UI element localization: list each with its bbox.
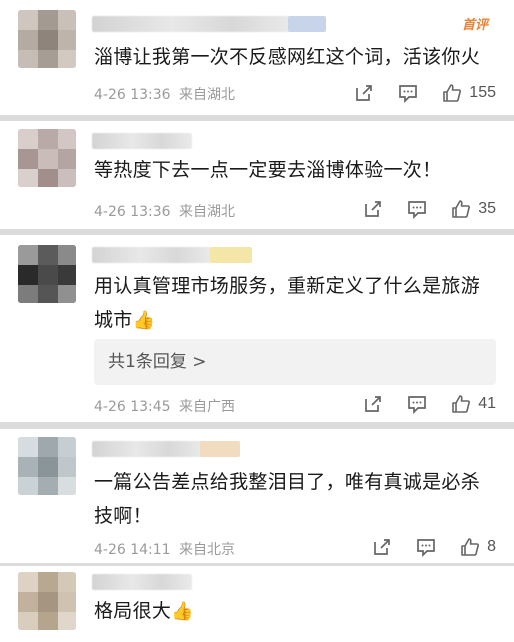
top-comment-tag: 首评 (461, 18, 488, 33)
badge-blurred (200, 441, 240, 457)
share-icon[interactable] (371, 536, 393, 558)
comment-actions: 35 (362, 198, 496, 220)
comment-line-text: 格局很大 (94, 600, 172, 622)
comment-text: 淄博让我第一次不反感网红这个词，活该你火 (94, 46, 481, 68)
comment-text: 一篇公告差点给我整泪目了，唯有真诚是必杀 技啊！ (94, 465, 500, 533)
username-blurred[interactable] (92, 247, 212, 263)
avatar[interactable] (18, 10, 76, 68)
like-count: 35 (478, 200, 496, 217)
comment-line: 城市👍 (94, 303, 500, 338)
like-icon[interactable] (459, 536, 481, 558)
username-blurred[interactable] (92, 441, 202, 457)
replies-button[interactable]: 共1条回复 > (94, 339, 496, 385)
avatar[interactable] (18, 245, 76, 303)
badge-blurred (210, 247, 252, 263)
share-icon[interactable] (362, 198, 384, 220)
badge-blurred (288, 16, 326, 32)
comment-meta: 4-26 13:36 来自湖北 (94, 84, 239, 104)
comment-date: 4-26 13:45 (94, 399, 171, 415)
username-blurred[interactable] (92, 16, 292, 32)
like-icon[interactable] (441, 82, 463, 104)
comment-line-text: 城市 (94, 309, 133, 331)
like-count: 8 (487, 538, 496, 555)
comment-date: 4-26 13:36 (94, 87, 171, 103)
comment-icon[interactable] (415, 536, 437, 558)
comment-meta: 4-26 13:36 来自湖北 (94, 201, 239, 221)
comment-icon[interactable] (406, 198, 428, 220)
comment-icon[interactable] (406, 393, 428, 415)
comment-location: 来自湖北 (179, 204, 236, 220)
username-blurred[interactable] (92, 133, 192, 149)
share-icon[interactable] (362, 393, 384, 415)
like-count: 41 (478, 395, 496, 412)
avatar[interactable] (18, 129, 76, 187)
comment-meta: 4-26 14:11 来自北京 (94, 539, 239, 559)
like-icon[interactable] (450, 393, 472, 415)
comment-location: 来自北京 (179, 542, 236, 558)
comment-card: 用认真管理市场服务，重新定义了什么是旅游 城市👍 共1条回复 > 4-26 13… (0, 235, 514, 422)
comment-card: 一篇公告差点给我整泪目了，唯有真诚是必杀 技啊！ 4-26 14:11 来自北京… (0, 429, 514, 563)
comment-line: 一篇公告差点给我整泪目了，唯有真诚是必杀 (94, 471, 481, 493)
comment-location: 来自广西 (179, 399, 236, 415)
like-icon[interactable] (450, 198, 472, 220)
comment-actions: 155 (353, 82, 496, 104)
comment-date: 4-26 14:11 (94, 542, 171, 558)
comment-icon[interactable] (397, 82, 419, 104)
comment-card: 首评 淄博让我第一次不反感网红这个词，活该你火 4-26 13:36 来自湖北 … (0, 0, 514, 115)
like-count: 155 (469, 84, 496, 101)
comment-meta: 4-26 13:45 来自广西 (94, 396, 239, 416)
thumbs-up-emoji-icon: 👍 (171, 601, 194, 622)
comment-card: 等热度下去一点一定要去淄博体验一次！ 4-26 13:36 来自湖北 35 (0, 121, 514, 229)
comment-card: 格局很大👍 (0, 566, 514, 642)
comment-location: 来自湖北 (179, 87, 236, 103)
avatar[interactable] (18, 437, 76, 495)
comment-line: 用认真管理市场服务，重新定义了什么是旅游 (94, 275, 481, 297)
comment-text: 用认真管理市场服务，重新定义了什么是旅游 城市👍 (94, 269, 500, 338)
comment-actions: 41 (362, 393, 496, 415)
share-icon[interactable] (353, 82, 375, 104)
thumbs-up-emoji-icon: 👍 (132, 310, 156, 331)
replies-label: 共1条回复 > (108, 352, 207, 372)
username-blurred[interactable] (92, 574, 192, 590)
comment-actions: 8 (371, 536, 496, 558)
comment-text: 等热度下去一点一定要去淄博体验一次！ (94, 159, 442, 181)
avatar[interactable] (18, 572, 76, 630)
comment-date: 4-26 13:36 (94, 204, 171, 220)
comment-line: 技啊！ (94, 505, 152, 527)
comment-text: 格局很大👍 (94, 594, 500, 629)
